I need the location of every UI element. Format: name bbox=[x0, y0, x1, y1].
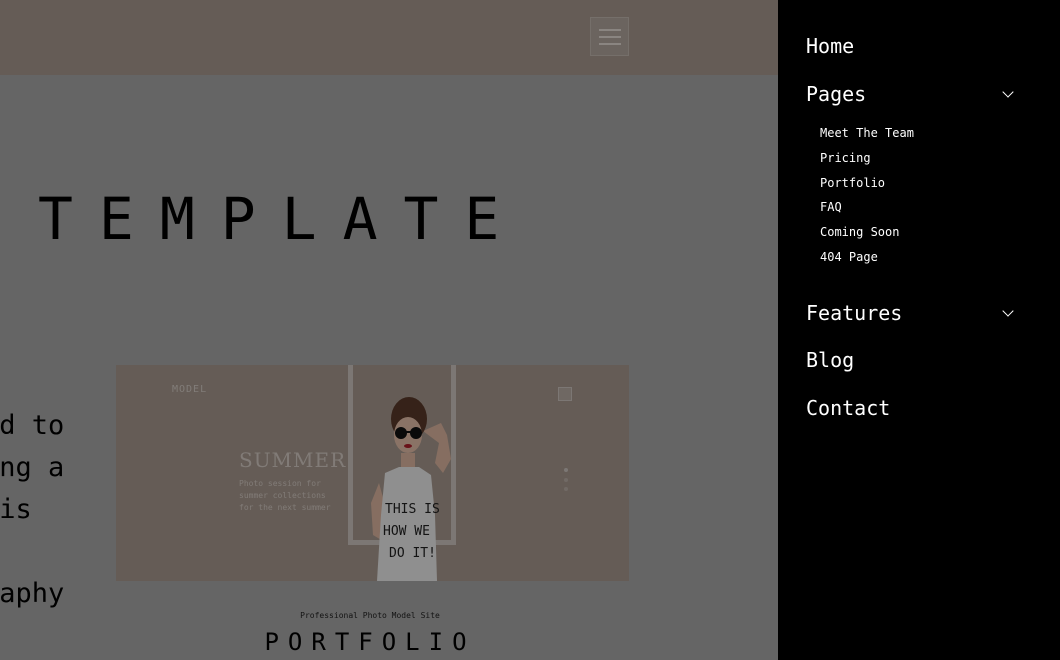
chevron-down-icon[interactable] bbox=[1002, 305, 1014, 317]
nav-sub-meet-the-team[interactable]: Meet The Team bbox=[820, 126, 914, 140]
nav-sub-faq[interactable]: FAQ bbox=[820, 200, 842, 214]
nav-pages[interactable]: Pages bbox=[806, 82, 866, 106]
dim-overlay[interactable] bbox=[0, 0, 778, 660]
nav-blog[interactable]: Blog bbox=[806, 348, 854, 372]
navigation-drawer: Home Pages Meet The Team Pricing Portfol… bbox=[778, 0, 1060, 660]
nav-sub-pricing[interactable]: Pricing bbox=[820, 151, 871, 165]
nav-contact[interactable]: Contact bbox=[806, 396, 890, 420]
chevron-down-icon[interactable] bbox=[1002, 86, 1014, 98]
nav-home[interactable]: Home bbox=[806, 34, 854, 58]
nav-sub-portfolio[interactable]: Portfolio bbox=[820, 176, 885, 190]
nav-features[interactable]: Features bbox=[806, 301, 902, 325]
nav-sub-coming-soon[interactable]: Coming Soon bbox=[820, 225, 899, 239]
nav-sub-404-page[interactable]: 404 Page bbox=[820, 250, 878, 264]
background-page: TEMPLATE ed to ing a his raphy MODEL SUM… bbox=[0, 0, 778, 660]
